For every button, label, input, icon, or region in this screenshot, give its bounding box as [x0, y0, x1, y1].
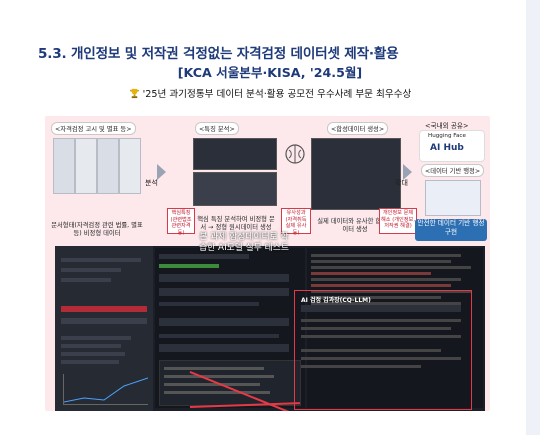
panel-line: [159, 264, 219, 268]
panel-line: [159, 254, 249, 259]
panel-line: [159, 302, 259, 306]
award-text: '25년 과기정통부 데이터 분석·활용 공모전 우수사례 부문 최우수상: [142, 89, 412, 100]
result-list: [159, 360, 301, 406]
trophy-icon: [129, 88, 139, 99]
panel-input: [159, 318, 289, 326]
analysis-screenshot: [193, 172, 277, 206]
sidebar-line: [61, 352, 125, 356]
panel-input: [159, 344, 289, 352]
document-thumbnail: [97, 138, 119, 194]
document-thumbnail: [53, 138, 75, 194]
sidebar-line: [61, 278, 111, 282]
ai-panel-title: AI 검정 김과장(CQ-LLM): [301, 297, 371, 304]
synthetic-data-screenshot: [311, 138, 401, 210]
award-line: '25년 과기정통부 데이터 분석·활용 공모전 우수사례 부문 최우수상: [0, 86, 540, 100]
query-panel: [155, 248, 305, 408]
arrow-label-expand: 확대: [395, 179, 408, 187]
brain-icon: [285, 144, 305, 164]
admin-screenshot: [425, 180, 481, 216]
section-heading: 5.3. 개인정보 및 저작권 걱정없는 자격검정 데이터셋 제작·활용: [38, 46, 399, 62]
app-sidebar: [55, 246, 153, 411]
feature-tag: 핵심특징 (관련법조 관련자격 등): [167, 208, 195, 236]
step1-caption: 문서형태(자격검정 관련 법률, 별표 등) 비정형 데이터: [51, 222, 143, 237]
document-thumbnail: [75, 138, 97, 194]
sidebar-line: [61, 360, 119, 364]
arrow-label-analyze: 분석: [145, 179, 158, 187]
privacy-tag: 개인정보 문제 해소 (개인정보, 저작권 해결): [379, 208, 417, 234]
section-subheading: [KCA 서울본부·KISA, '24.5월]: [177, 65, 363, 80]
sidebar-line: [61, 336, 131, 340]
ai-panel: AI 검정 김과장(CQ-LLM): [294, 290, 472, 410]
huggingface-logo: Hugging Face: [428, 133, 466, 139]
mini-chart-line: [63, 377, 149, 403]
step4-caption: 안전한 데이터 기반 행정 구현: [415, 219, 487, 241]
share-logos: Hugging Face AI Hub: [419, 130, 485, 162]
document-thumbnail: [119, 138, 141, 194]
step1-title: <자격검정 고시 및 별표 등>: [51, 122, 136, 135]
step4-title: <국내외 공유>: [425, 122, 469, 130]
step4-subtitle: <데이터 기반 행정>: [421, 164, 485, 177]
sidebar-line: [61, 344, 121, 348]
step2-title: <특징 분석>: [195, 122, 239, 135]
overlay-caption: 본 과제 합성데이터로 학습한 AI모델 실무 테스트: [199, 232, 289, 253]
mini-chart: [63, 374, 149, 405]
aihub-logo: AI Hub: [430, 143, 464, 153]
panel-input: [159, 288, 289, 296]
process-flow: <자격검정 고시 및 별표 등> 문서형태(자격검정 관련 법률, 별표 등) …: [45, 116, 490, 246]
arrow-icon: [157, 164, 166, 180]
panel-input: [159, 274, 289, 282]
analysis-screenshot: [193, 138, 277, 170]
sidebar-button: [61, 318, 147, 324]
sidebar-line: [61, 258, 141, 262]
sidebar-button: [61, 306, 147, 312]
panel-line: [159, 334, 279, 338]
sidebar-line: [61, 268, 121, 272]
step3-title: <합성데이터 생성>: [327, 122, 389, 135]
step2-caption: 핵심 특징 분석하여 비정형 문서 → 정형 원시데이터 생성: [197, 216, 275, 231]
similarity-tag: 유사성과 (자격취득 실제 유사 등): [281, 208, 311, 236]
ai-input: [301, 305, 461, 312]
